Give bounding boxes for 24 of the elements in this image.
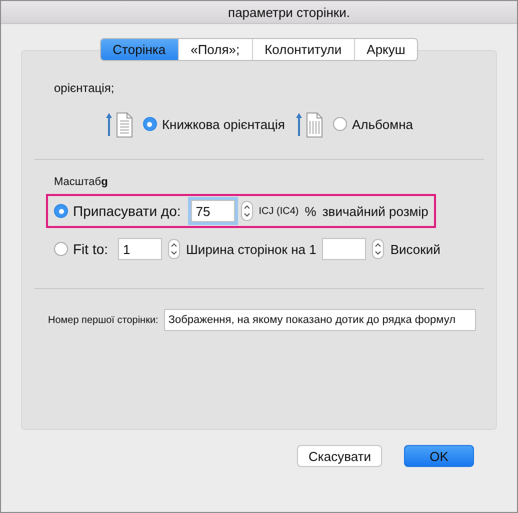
number-field[interactable]: 75: [190, 200, 235, 222]
stepper-control[interactable]: [168, 239, 180, 259]
section-label: Масштабg: [54, 176, 109, 188]
tab[interactable]: Сторінка: [100, 39, 178, 60]
input-field[interactable]: Зображення, на якому показано дотик до рядка формул: [164, 309, 476, 331]
stepper-control[interactable]: [240, 201, 253, 221]
radio-option[interactable]: Припасувати до:: [54, 203, 181, 219]
radio-option[interactable]: Fit to:: [54, 241, 108, 257]
radio-option[interactable]: Альбомна: [332, 116, 413, 132]
number-field[interactable]: [322, 238, 366, 260]
field-label: ICJ (IC4): [258, 206, 299, 216]
ok-button[interactable]: OK: [404, 445, 474, 467]
tab[interactable]: Аркуш: [354, 39, 418, 60]
section-label: орієнтація;: [54, 81, 116, 95]
field-label: Ширина сторінок на 1: [186, 242, 316, 256]
window-title: параметри сторінки.: [227, 4, 350, 20]
field-label: Номер першої сторінки:: [48, 314, 158, 326]
radio-option[interactable]: Книжкова орієнтація: [142, 116, 285, 132]
field-label: %: [304, 204, 316, 218]
field-label: звичайний розмір: [322, 204, 428, 218]
field-label: Високий: [390, 242, 440, 256]
number-field[interactable]: 1: [118, 238, 162, 260]
stepper-control[interactable]: [372, 239, 384, 259]
cancel-button[interactable]: Скасувати: [297, 445, 382, 467]
